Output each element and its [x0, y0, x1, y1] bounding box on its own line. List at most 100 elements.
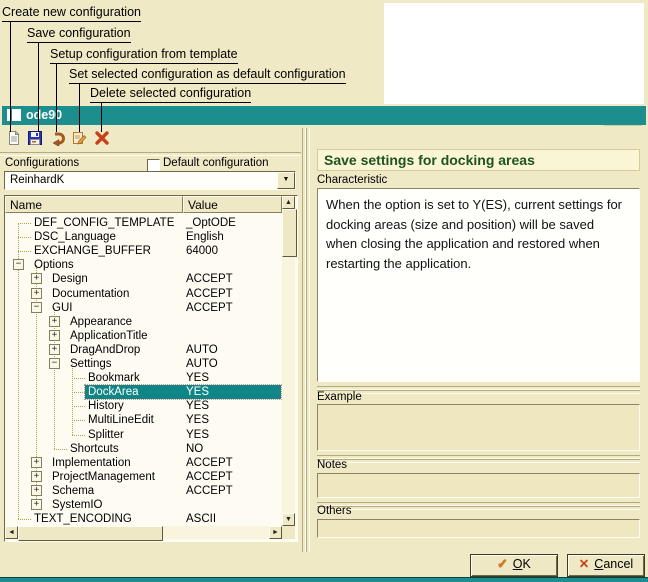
expand-icon[interactable]: +: [49, 330, 60, 341]
tree-row[interactable]: DEF_CONFIG_TEMPLATE_OptODE: [5, 216, 282, 230]
tree-item-label[interactable]: Implementation: [52, 456, 131, 470]
tree-item-label[interactable]: ProjectManagement: [52, 470, 155, 484]
tree-item-label[interactable]: MultiLineEdit: [88, 413, 154, 427]
configuration-dropdown[interactable]: ReinhardK ▼: [4, 171, 296, 190]
tree-item-label[interactable]: ApplicationTitle: [70, 329, 148, 343]
tree-item-label[interactable]: EXCHANGE_BUFFER: [34, 244, 151, 258]
tree-item-label[interactable]: Bookmark: [88, 371, 140, 385]
tree-item-value: AUTO: [186, 343, 218, 357]
delete-configuration-button[interactable]: [94, 130, 112, 148]
expand-icon[interactable]: +: [31, 471, 42, 482]
tree-row[interactable]: + DragAndDrop AUTO: [5, 343, 282, 357]
ok-button[interactable]: ✓OK: [470, 554, 558, 577]
tree-item-label[interactable]: Settings: [70, 357, 112, 371]
tree-item-label[interactable]: DragAndDrop: [70, 343, 140, 357]
x-icon: ✕: [579, 557, 589, 571]
tree-item-label[interactable]: Options: [34, 258, 74, 272]
expand-icon[interactable]: +: [31, 499, 42, 510]
tree-item-label[interactable]: Documentation: [52, 287, 129, 301]
tree-item-label[interactable]: Appearance: [70, 315, 132, 329]
tree-row[interactable]: +SchemaACCEPT: [5, 484, 282, 498]
annotation-pointer-line: [38, 42, 39, 132]
tree-connector: [72, 406, 85, 407]
tree-row[interactable]: + SystemIO: [5, 498, 282, 512]
edit-default-icon: [71, 133, 87, 150]
tree-item-value: YES: [186, 399, 209, 413]
expand-icon[interactable]: +: [31, 288, 42, 299]
new-document-icon: [6, 133, 22, 150]
collapse-icon[interactable]: −: [49, 358, 60, 369]
tree-guide-line: [54, 308, 56, 449]
tree-row[interactable]: BookmarkYES: [5, 371, 282, 385]
tree-row[interactable]: TEXT_ENCODINGASCII: [5, 512, 282, 526]
tree-item-label[interactable]: TEXT_ENCODING: [34, 512, 132, 526]
tree-row[interactable]: +DocumentationACCEPT: [5, 287, 282, 301]
tree-row[interactable]: +DesignACCEPT: [5, 272, 282, 286]
tree-item-value: YES: [186, 428, 209, 442]
tree-row[interactable]: ShortcutsNO: [5, 442, 282, 456]
tree-item-label[interactable]: SystemIO: [52, 498, 102, 512]
vertical-scroll-thumb[interactable]: [282, 209, 297, 257]
tree-row[interactable]: MultiLineEditYES: [5, 413, 282, 427]
annotation-label: Delete selected configuration: [90, 86, 251, 103]
example-text: [317, 404, 640, 451]
column-header-value[interactable]: Value: [183, 196, 282, 213]
tree-row[interactable]: Splitter YES: [5, 428, 282, 442]
example-label: Example: [317, 391, 362, 403]
panel-splitter[interactable]: [306, 128, 310, 552]
scroll-left-icon[interactable]: ◄: [5, 526, 18, 539]
horizontal-scroll-thumb[interactable]: [18, 526, 163, 541]
configuration-tree: Name Value DEF_CONFIG_TEMPLATE_OptODEDSC…: [4, 195, 298, 542]
tree-item-label[interactable]: History: [88, 399, 124, 413]
tree-row[interactable]: DSC_LanguageEnglish: [5, 230, 282, 244]
tree-row[interactable]: + ApplicationTitle: [5, 329, 282, 343]
tree-row[interactable]: +ImplementationACCEPT: [5, 456, 282, 470]
tree-item-label[interactable]: Shortcuts: [70, 442, 119, 456]
expand-icon[interactable]: +: [49, 344, 60, 355]
expand-icon[interactable]: +: [49, 316, 60, 327]
scrollbar-corner: [282, 526, 295, 539]
tree-item-label[interactable]: DEF_CONFIG_TEMPLATE: [34, 216, 174, 230]
set-default-configuration-button[interactable]: [71, 130, 89, 148]
title-bar: ode90: [2, 106, 646, 125]
tree-item-label[interactable]: DSC_Language: [34, 230, 116, 244]
section-splitter[interactable]: [317, 390, 640, 394]
expand-icon[interactable]: +: [31, 273, 42, 284]
tree-row[interactable]: −Options: [5, 258, 282, 272]
tree-guide-line: [72, 364, 74, 435]
tree-row[interactable]: DockArea YES: [5, 385, 282, 399]
collapse-icon[interactable]: −: [13, 259, 24, 270]
tree-item-label[interactable]: Design: [52, 272, 88, 286]
frame-bottom-edge: [0, 577, 648, 582]
section-splitter[interactable]: [317, 459, 640, 463]
scroll-up-icon[interactable]: ▲: [282, 196, 295, 209]
tree-row[interactable]: + Appearance: [5, 315, 282, 329]
new-configuration-button[interactable]: [6, 130, 24, 148]
tree-item-value: AUTO: [186, 357, 218, 371]
collapse-icon[interactable]: −: [31, 302, 42, 313]
expand-icon[interactable]: +: [31, 457, 42, 468]
scroll-down-icon[interactable]: ▼: [282, 513, 295, 526]
tree-item-label[interactable]: GUI: [52, 301, 72, 315]
tree-row[interactable]: −Settings AUTO: [5, 357, 282, 371]
tree-item-label[interactable]: Schema: [52, 484, 94, 498]
tree-connector: [18, 223, 31, 224]
setup-from-template-button[interactable]: [50, 130, 68, 148]
save-configuration-button[interactable]: [27, 130, 45, 148]
expand-icon[interactable]: +: [31, 485, 42, 496]
tree-rows: DEF_CONFIG_TEMPLATE_OptODEDSC_LanguageEn…: [5, 213, 282, 526]
tree-item-label[interactable]: DockArea: [88, 385, 139, 399]
annotation-pointer-line: [56, 63, 57, 132]
scroll-right-icon[interactable]: ►: [269, 526, 282, 539]
tree-row[interactable]: −GUIACCEPT: [5, 301, 282, 315]
frame-right-edge: [644, 0, 648, 107]
tree-item-value: YES: [186, 385, 209, 399]
tree-item-label[interactable]: Splitter: [88, 428, 124, 442]
tree-row[interactable]: +ProjectManagementACCEPT: [5, 470, 282, 484]
section-splitter[interactable]: [317, 506, 640, 510]
tree-row[interactable]: EXCHANGE_BUFFER64000: [5, 244, 282, 258]
column-header-name[interactable]: Name: [5, 196, 183, 213]
tree-row[interactable]: History YES: [5, 399, 282, 413]
cancel-button[interactable]: ✕Cancel: [567, 554, 645, 577]
chevron-down-icon[interactable]: ▼: [277, 172, 295, 189]
